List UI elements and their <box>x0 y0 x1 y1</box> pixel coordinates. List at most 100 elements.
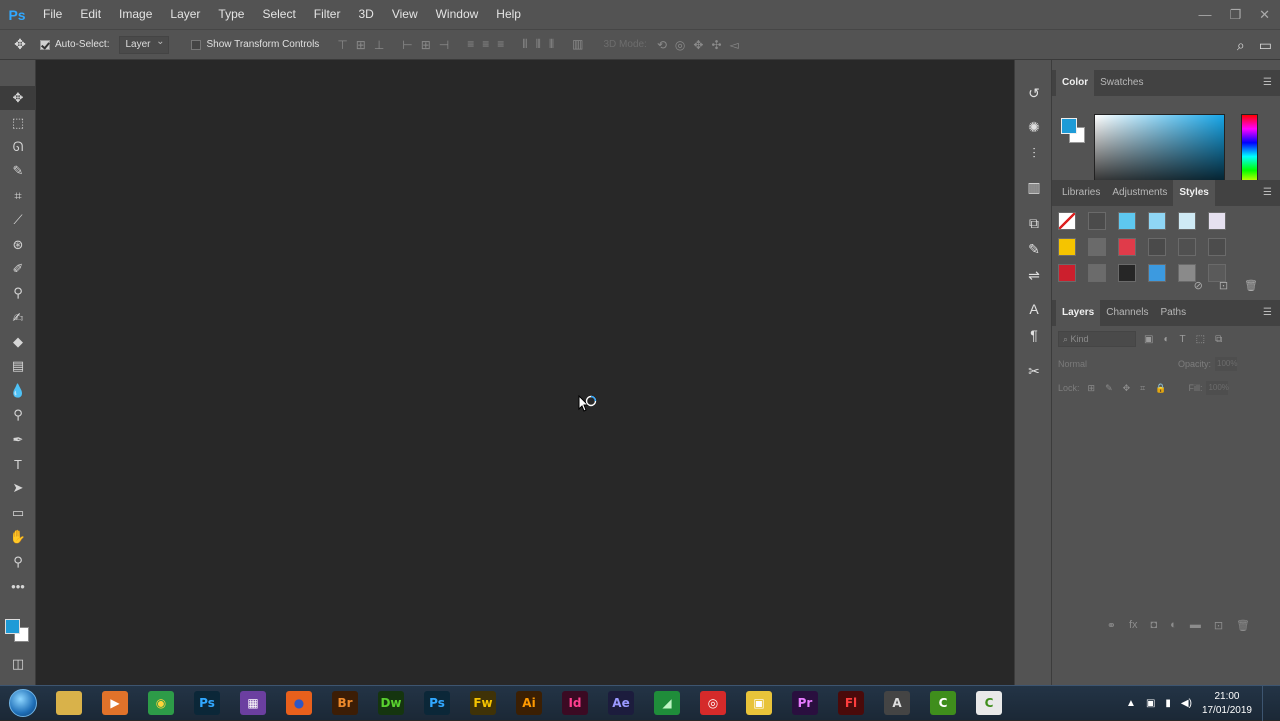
new-group-icon[interactable]: ▬ <box>1190 619 1201 632</box>
show-desktop-button[interactable] <box>1262 686 1270 721</box>
fill-value[interactable]: 100% <box>1206 381 1229 395</box>
style-swatch[interactable] <box>1178 212 1196 230</box>
clone-source-icon[interactable]: ⧉ <box>1015 210 1053 236</box>
eyedropper-tool-icon[interactable]: ⟋ <box>0 208 36 232</box>
path-selection-tool-icon[interactable]: ➤ <box>0 476 36 500</box>
align-left-icon[interactable]: ⊢ <box>402 38 412 52</box>
character-panel-icon[interactable]: A <box>1015 296 1053 322</box>
auto-align-icon[interactable]: ▥ <box>572 37 583 52</box>
taskbar-app-media-player[interactable]: ▶ <box>92 687 138 720</box>
minimize-button[interactable]: — <box>1198 7 1211 22</box>
menu-view[interactable]: View <box>383 0 427 29</box>
crop-tool-icon[interactable]: ⌗ <box>0 184 36 208</box>
menu-file[interactable]: File <box>34 0 71 29</box>
tray-app-icon[interactable]: ▣ <box>1146 698 1155 709</box>
taskbar-app-dreamweaver[interactable]: Dw <box>368 687 414 720</box>
layer-style-icon[interactable]: fx <box>1129 619 1138 632</box>
style-swatch[interactable] <box>1058 264 1076 282</box>
healing-brush-tool-icon[interactable]: ⊛ <box>0 232 36 256</box>
taskbar-app-firefox[interactable]: ● <box>276 687 322 720</box>
style-swatch[interactable] <box>1058 238 1076 256</box>
align-top-icon[interactable]: ⊤ <box>337 38 347 52</box>
taskbar-app-app-camtasia-2[interactable]: C <box>966 687 1012 720</box>
filter-adjustment-icon[interactable]: ◐ <box>1163 334 1169 345</box>
style-swatch[interactable] <box>1088 212 1106 230</box>
new-style-icon[interactable]: ⊡ <box>1219 279 1228 292</box>
history-panel-icon[interactable]: ↺ <box>1015 80 1053 106</box>
brush-tool-icon[interactable]: ✐ <box>0 257 36 281</box>
panel-menu-icon[interactable]: ☰ <box>1263 187 1272 198</box>
delete-style-icon[interactable]: 🗑 <box>1244 279 1258 292</box>
style-swatch[interactable] <box>1148 264 1166 282</box>
lock-artboard-icon[interactable]: ⌗ <box>1140 383 1145 394</box>
eraser-tool-icon[interactable]: ◆ <box>0 330 36 354</box>
lock-position-icon[interactable]: ✥ <box>1123 383 1131 394</box>
quick-mask-icon[interactable]: ◫ <box>0 652 36 676</box>
tab-styles[interactable]: Styles <box>1173 180 1215 206</box>
clear-style-icon[interactable]: ⊘ <box>1194 279 1203 292</box>
color-panel-foreground-swatch[interactable] <box>1061 118 1077 134</box>
restore-button[interactable]: ❐ <box>1229 7 1241 23</box>
history-brush-tool-icon[interactable]: ✍ <box>0 306 36 330</box>
link-layers-icon[interactable]: ⚭ <box>1107 619 1116 632</box>
filter-smart-icon[interactable]: ⧉ <box>1215 334 1222 345</box>
document-canvas-area[interactable] <box>37 60 1013 685</box>
lock-pixels-icon[interactable]: ✎ <box>1105 383 1113 394</box>
volume-icon[interactable]: ◀) <box>1181 698 1192 709</box>
distribute-hcenter-icon[interactable]: ⦀ <box>536 37 541 52</box>
menu-image[interactable]: Image <box>110 0 161 29</box>
taskbar-app-flash[interactable]: Fl <box>828 687 874 720</box>
new-layer-icon[interactable]: ⊡ <box>1214 619 1223 632</box>
taskbar-app-app-yellow[interactable]: ▣ <box>736 687 782 720</box>
taskbar-app-app-acrobat[interactable]: A <box>874 687 920 720</box>
zoom-tool-icon[interactable]: ⚲ <box>0 549 36 573</box>
lock-all-icon[interactable]: 🔒 <box>1155 383 1166 394</box>
style-swatch[interactable] <box>1208 238 1226 256</box>
rectangle-tool-icon[interactable]: ▭ <box>0 501 36 525</box>
move-tool-icon[interactable]: ✥ <box>0 86 36 111</box>
properties-icon[interactable]: ▥ <box>1015 174 1053 200</box>
pan-3d-icon[interactable]: ✥ <box>693 38 703 52</box>
style-swatch[interactable] <box>1208 212 1226 230</box>
tab-paths[interactable]: Paths <box>1155 300 1193 326</box>
filter-shape-icon[interactable]: ⬚ <box>1196 334 1205 345</box>
tab-libraries[interactable]: Libraries <box>1056 180 1106 206</box>
delete-layer-icon[interactable]: 🗑 <box>1236 619 1250 632</box>
hand-tool-icon[interactable]: ✋ <box>0 525 36 549</box>
gradient-tool-icon[interactable]: ▤ <box>0 354 36 378</box>
taskbar-app-illustrator[interactable]: Ai <box>506 687 552 720</box>
auto-select-checkbox[interactable] <box>40 39 50 50</box>
menu-select[interactable]: Select <box>253 0 304 29</box>
style-swatch[interactable] <box>1148 238 1166 256</box>
distribute-bottom-icon[interactable]: ≡ <box>497 37 504 52</box>
taskbar-app-indesign[interactable]: Id <box>552 687 598 720</box>
pen-tool-icon[interactable]: ✒ <box>0 427 36 451</box>
blur-tool-icon[interactable]: 💧 <box>0 379 36 403</box>
panel-menu-icon[interactable]: ☰ <box>1263 77 1272 88</box>
tray-expand-icon[interactable]: ▲ <box>1126 698 1136 709</box>
style-swatch[interactable] <box>1088 238 1106 256</box>
taskbar-app-bridge[interactable]: Br <box>322 687 368 720</box>
close-button[interactable]: ✕ <box>1259 7 1270 23</box>
distribute-top-icon[interactable]: ≡ <box>467 37 474 52</box>
distribute-right-icon[interactable]: ⦀ <box>549 37 554 52</box>
align-bottom-icon[interactable]: ⊥ <box>374 38 384 52</box>
align-hcenter-icon[interactable]: ⊞ <box>421 38 431 52</box>
taskbar-app-winrar[interactable]: ▦ <box>230 687 276 720</box>
taskbar-app-app-green[interactable]: ◢ <box>644 687 690 720</box>
taskbar-app-fireworks[interactable]: Fw <box>460 687 506 720</box>
opacity-value[interactable]: 100% <box>1215 357 1237 371</box>
foreground-color-swatch[interactable] <box>5 619 20 634</box>
menu-layer[interactable]: Layer <box>161 0 209 29</box>
align-vcenter-icon[interactable]: ⊞ <box>356 38 366 52</box>
taskbar-app-app-red[interactable]: ◎ <box>690 687 736 720</box>
blend-mode-dropdown[interactable]: Normal <box>1058 359 1168 369</box>
menu-window[interactable]: Window <box>427 0 488 29</box>
taskbar-app-app-camtasia[interactable]: C <box>920 687 966 720</box>
taskbar-app-photoshop-2[interactable]: Ps <box>414 687 460 720</box>
quick-selection-tool-icon[interactable]: ✎ <box>0 159 36 183</box>
style-swatch[interactable] <box>1118 238 1136 256</box>
style-swatch[interactable] <box>1088 264 1106 282</box>
filter-pixel-icon[interactable]: ▣ <box>1144 334 1153 345</box>
show-transform-checkbox[interactable] <box>191 39 202 50</box>
